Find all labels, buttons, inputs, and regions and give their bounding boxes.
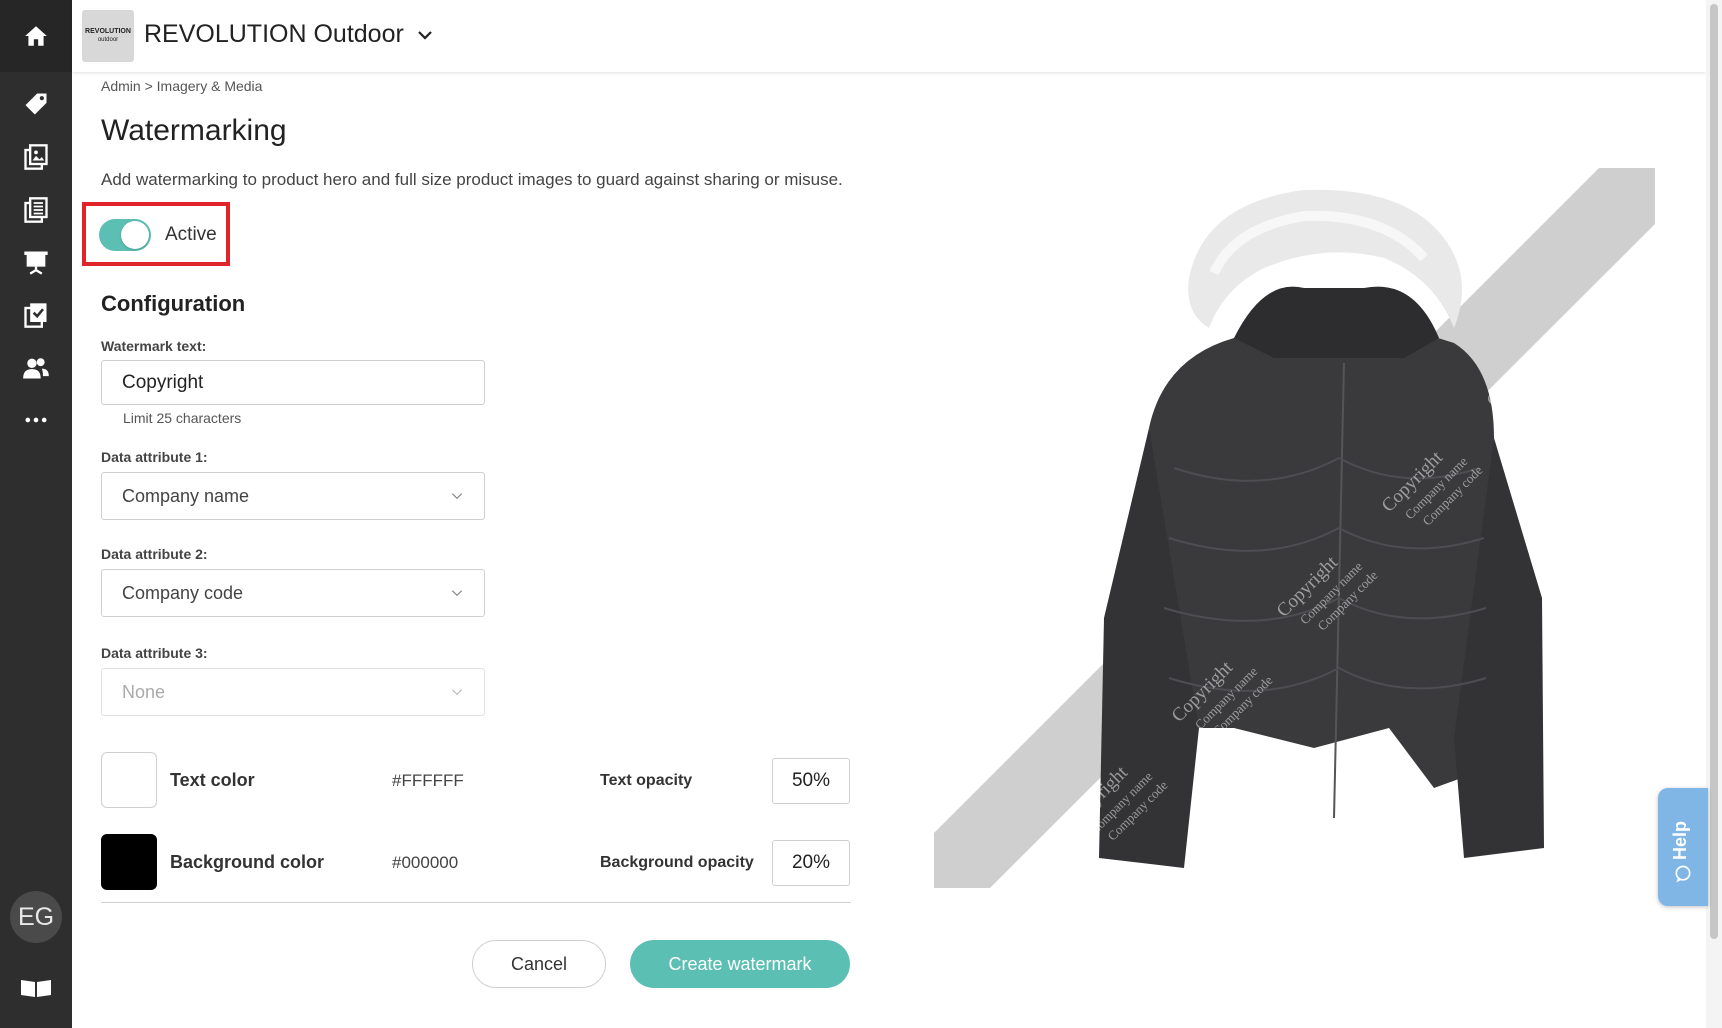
home-button[interactable] <box>0 0 72 72</box>
avatar[interactable]: EG <box>10 891 62 943</box>
form-divider <box>101 902 851 903</box>
chevron-down-icon <box>451 590 463 597</box>
chat-bubble-icon <box>1675 865 1691 883</box>
sidebar-item-more[interactable] <box>0 396 72 444</box>
book-icon <box>21 980 51 997</box>
more-icon <box>25 417 47 423</box>
watermark-preview: Copyright Company name Company code Copy… <box>934 168 1655 888</box>
active-toggle[interactable] <box>99 219 151 251</box>
data-attribute-2-select[interactable]: Company code <box>101 569 485 617</box>
page-scrollbar[interactable] <box>1706 0 1722 1028</box>
background-color-label: Background color <box>170 852 325 872</box>
preview-image: Copyright Company name Company code Copy… <box>934 168 1655 888</box>
company-switcher[interactable]: REVOLUTION Outdoor <box>144 20 434 49</box>
tag-icon <box>25 93 47 115</box>
data-attribute-3-label: Data attribute 3: <box>101 645 208 661</box>
scrollbar-thumb[interactable] <box>1710 4 1718 939</box>
help-label[interactable]: Help <box>1670 821 1691 860</box>
checklist-icon <box>24 303 47 328</box>
text-color-swatch[interactable] <box>101 752 157 808</box>
document-list-icon <box>24 197 48 223</box>
text-opacity-input[interactable]: 50% <box>772 758 850 804</box>
page-title: Watermarking <box>101 114 287 147</box>
text-color-label: Text color <box>170 770 255 790</box>
data-attribute-2-label: Data attribute 2: <box>101 546 208 562</box>
data-attribute-3-value: None <box>122 681 166 702</box>
toggle-knob <box>121 221 149 249</box>
company-logo: REVOLUTION outdoor <box>82 10 134 62</box>
chevron-down-icon <box>451 689 463 696</box>
create-watermark-button[interactable]: Create watermark <box>630 940 850 988</box>
background-opacity-input[interactable]: 20% <box>772 840 850 886</box>
watermark-text-hint: Limit 25 characters <box>123 410 242 426</box>
data-attribute-2-value: Company code <box>122 582 244 603</box>
top-header: REVOLUTION outdoor REVOLUTION Outdoor <box>72 0 1706 72</box>
home-icon <box>25 26 47 46</box>
active-label: Active <box>165 224 217 245</box>
data-attribute-3-select[interactable]: None <box>101 668 485 716</box>
sidebar: EG <box>0 0 72 1028</box>
page-description: Add watermarking to product hero and ful… <box>101 170 843 189</box>
cancel-button[interactable]: Cancel <box>472 940 606 988</box>
background-opacity-label: Background opacity <box>600 854 754 871</box>
sidebar-item-products[interactable] <box>0 80 72 128</box>
sidebar-item-tasks[interactable] <box>0 291 72 339</box>
catalog-icon <box>24 144 48 170</box>
watermark-text-label: Watermark text: <box>101 338 207 354</box>
sidebar-item-documents[interactable] <box>0 186 72 234</box>
breadcrumb[interactable]: Admin > Imagery & Media <box>101 78 262 94</box>
sidebar-item-users[interactable] <box>0 344 72 392</box>
users-icon <box>23 358 49 379</box>
chevron-down-icon <box>418 30 432 40</box>
company-name: REVOLUTION Outdoor <box>144 20 404 48</box>
data-attribute-1-value: Company name <box>122 485 250 506</box>
chevron-down-icon <box>451 493 463 500</box>
text-color-hex: #FFFFFF <box>392 771 464 790</box>
sidebar-item-help-docs[interactable] <box>0 968 72 1008</box>
data-attribute-1-label: Data attribute 1: <box>101 449 208 465</box>
background-color-hex: #000000 <box>392 853 459 872</box>
sidebar-item-presentations[interactable] <box>0 238 72 286</box>
watermark-text-input[interactable] <box>101 360 485 405</box>
configuration-heading: Configuration <box>101 291 246 316</box>
data-attribute-1-select[interactable]: Company name <box>101 472 485 520</box>
text-opacity-label: Text opacity <box>600 772 693 789</box>
presentation-icon <box>24 251 48 275</box>
sidebar-item-catalogs[interactable] <box>0 133 72 181</box>
background-color-swatch[interactable] <box>101 834 157 890</box>
